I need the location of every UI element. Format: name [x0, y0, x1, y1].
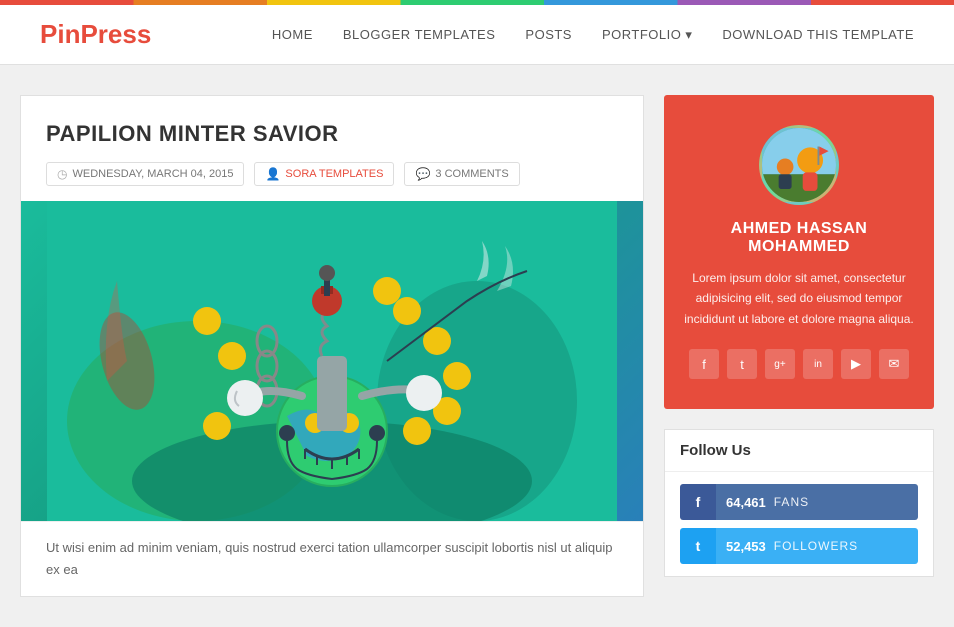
author-name: AHMED HASSAN MOHAMMED: [684, 220, 914, 256]
post-header: PAPILION MINTER SAVIOR ◷ WEDNESDAY, MARC…: [21, 96, 643, 201]
social-icons: f t g+ in ▶ ✉: [684, 349, 914, 379]
facebook-icon: f: [680, 484, 716, 520]
nav-portfolio[interactable]: PORTFOLIO ▾: [602, 27, 692, 43]
googleplus-social-icon[interactable]: g+: [765, 349, 795, 379]
avatar: [759, 125, 839, 205]
post-date: ◷ WEDNESDAY, MARCH 04, 2015: [46, 162, 244, 186]
post-comments[interactable]: 💬 3 COMMENTS: [404, 162, 519, 186]
nav-blogger-templates[interactable]: BLOGGER TEMPLATES: [343, 27, 496, 42]
nav-download[interactable]: DOWNLOAD THIS TEMPLATE: [722, 27, 914, 42]
twitter-follow-item[interactable]: t 52,453 FOLLOWERS: [680, 528, 918, 564]
follow-widget: Follow Us f 64,461 FANS t 52,453 FOLLOWE…: [664, 429, 934, 577]
main-container: PAPILION MINTER SAVIOR ◷ WEDNESDAY, MARC…: [0, 95, 954, 597]
site-logo[interactable]: PinPress: [40, 19, 151, 50]
post-meta: ◷ WEDNESDAY, MARCH 04, 2015 👤 SORA TEMPL…: [46, 162, 618, 186]
twitter-icon: t: [680, 528, 716, 564]
follow-widget-title: Follow Us: [665, 430, 933, 472]
chevron-down-icon: ▾: [685, 27, 692, 43]
linkedin-social-icon[interactable]: in: [803, 349, 833, 379]
nav-posts[interactable]: POSTS: [525, 27, 572, 42]
follow-widget-content: f 64,461 FANS t 52,453 FOLLOWERS: [665, 472, 933, 576]
nav-home[interactable]: HOME: [272, 27, 313, 42]
youtube-social-icon[interactable]: ▶: [841, 349, 871, 379]
facebook-count: 64,461 FANS: [716, 484, 918, 520]
sidebar: AHMED HASSAN MOHAMMED Lorem ipsum dolor …: [664, 95, 934, 597]
post-content: PAPILION MINTER SAVIOR ◷ WEDNESDAY, MARC…: [20, 95, 644, 597]
post-author[interactable]: 👤 SORA TEMPLATES: [254, 162, 394, 186]
clock-icon: ◷: [57, 167, 67, 181]
email-social-icon[interactable]: ✉: [879, 349, 909, 379]
post-excerpt: Ut wisi enim ad minim veniam, quis nostr…: [21, 521, 643, 596]
twitter-count: 52,453 FOLLOWERS: [716, 528, 918, 564]
twitter-social-icon[interactable]: t: [727, 349, 757, 379]
author-card: AHMED HASSAN MOHAMMED Lorem ipsum dolor …: [664, 95, 934, 409]
header: PinPress HOME BLOGGER TEMPLATES POSTS PO…: [0, 5, 954, 65]
main-nav: HOME BLOGGER TEMPLATES POSTS PORTFOLIO ▾…: [272, 27, 914, 43]
comment-icon: 💬: [415, 167, 430, 181]
user-icon: 👤: [265, 167, 280, 181]
post-image: [21, 201, 643, 521]
facebook-follow-item[interactable]: f 64,461 FANS: [680, 484, 918, 520]
post-title: PAPILION MINTER SAVIOR: [46, 121, 618, 147]
facebook-social-icon[interactable]: f: [689, 349, 719, 379]
author-bio: Lorem ipsum dolor sit amet, consectetur …: [684, 268, 914, 329]
